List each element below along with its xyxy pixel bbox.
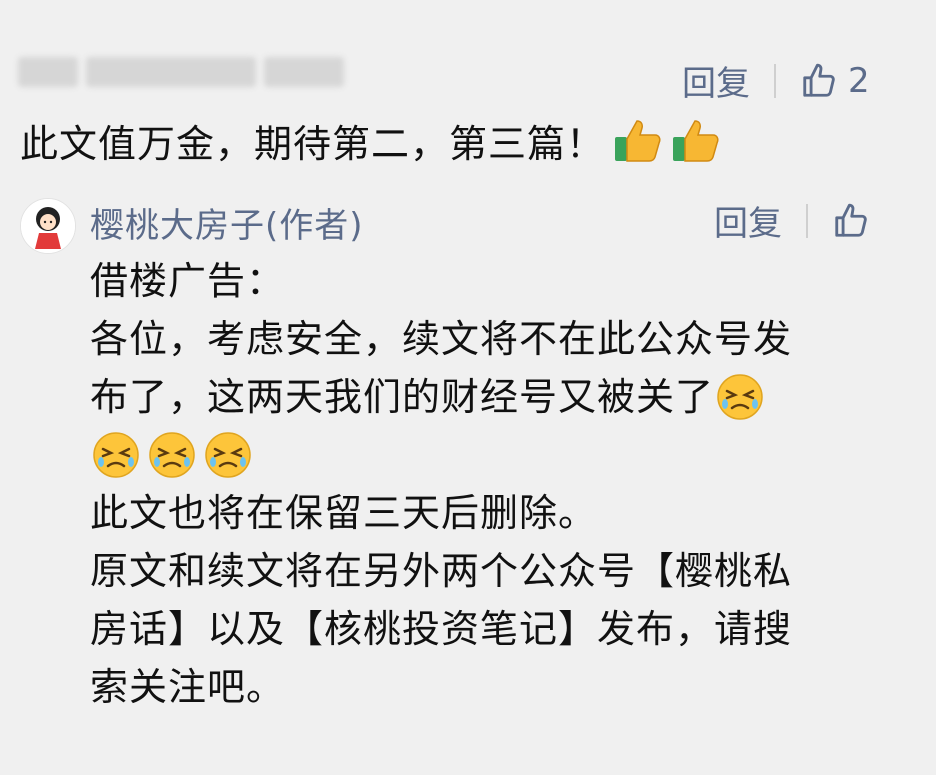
reply-button[interactable]: 回复: [714, 196, 782, 245]
reply-line-text: 各位，考虑安全，续文将不在此公众号发: [90, 317, 793, 361]
emoji-line: [90, 426, 910, 484]
thumbs-up-emoji-icon: [615, 119, 661, 162]
thumbs-up-emoji-icon: [673, 119, 719, 162]
crying-face-emoji-icon: [149, 432, 195, 478]
like-button[interactable]: 2: [800, 61, 870, 101]
blurred-username: [18, 52, 368, 92]
reply-line: 房话】以及【核桃投资笔记】发布，请搜: [90, 600, 910, 658]
top-comment-actions: 回复 2: [682, 56, 870, 105]
crying-face-emoji-icon: [205, 432, 251, 478]
like-count: 2: [848, 60, 870, 101]
author-reply-body: 借楼广告： 各位，考虑安全，续文将不在此公众号发 布了，这两天我们的财经号又被关…: [90, 252, 910, 716]
author-reply-actions: 回复: [714, 196, 870, 245]
reply-line: 借楼广告：: [90, 252, 910, 310]
reply-line-text: 原文和续文将在另外两个公众号【樱桃私: [90, 549, 793, 593]
reply-line-text: 索关注吧。: [90, 665, 286, 709]
top-comment-text: 此文值万金，期待第二，第三篇！: [20, 122, 606, 166]
avatar[interactable]: [20, 198, 76, 254]
reply-line-text: 房话】以及【核桃投资笔记】发布，请搜: [90, 607, 793, 651]
reply-line: 此文也将在保留三天后删除。: [90, 484, 910, 542]
reply-button[interactable]: 回复: [682, 56, 750, 105]
author-name[interactable]: 樱桃大房子(作者): [90, 198, 364, 247]
thumbs-up-outline-icon: [835, 203, 867, 237]
reply-line: 各位，考虑安全，续文将不在此公众号发: [90, 310, 910, 368]
crying-face-emoji-icon: [93, 432, 139, 478]
reply-line: 布了，这两天我们的财经号又被关了: [90, 368, 910, 426]
top-comment-text-row: 此文值万金，期待第二，第三篇！: [20, 113, 721, 168]
divider: [774, 63, 776, 98]
reply-line: 索关注吧。: [90, 658, 910, 716]
reply-line-text: 借楼广告：: [90, 259, 286, 303]
reply-line-text: 布了，这两天我们的财经号又被关了: [90, 375, 715, 419]
reply-line: 原文和续文将在另外两个公众号【樱桃私: [90, 542, 910, 600]
thumbs-up-outline-icon: [803, 63, 835, 97]
cartoon-girl-avatar-icon: [21, 199, 75, 253]
crying-face-emoji-icon: [717, 374, 763, 420]
like-button[interactable]: [832, 202, 870, 240]
reply-line-text: 此文也将在保留三天后删除。: [90, 491, 598, 535]
divider: [806, 203, 808, 238]
